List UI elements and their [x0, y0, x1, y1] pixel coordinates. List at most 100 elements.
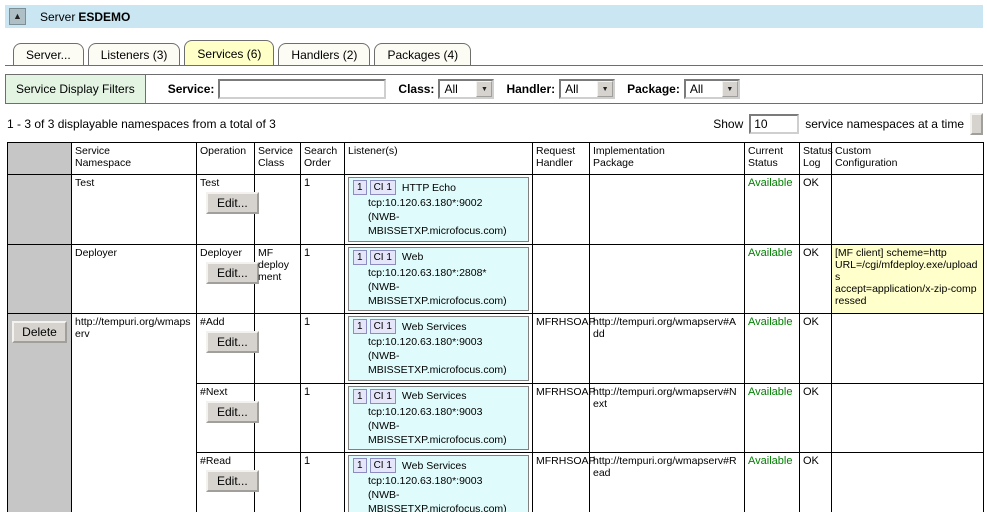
- service-class-cell: MF deployment: [255, 244, 301, 314]
- package-filter-select[interactable]: All ▼: [684, 79, 740, 99]
- status-log-cell: OK: [800, 314, 832, 384]
- current-status-cell: Available: [745, 244, 800, 314]
- service-class-cell: [255, 175, 301, 245]
- operation-cell: #Add Edit...: [197, 314, 255, 384]
- edit-button[interactable]: Edit...: [206, 262, 259, 284]
- search-order-cell: 1: [301, 383, 345, 453]
- collapse-section-button[interactable]: ▲: [9, 8, 26, 25]
- implementation-package-cell: http://tempuri.org/wmapserv#Read: [590, 453, 745, 512]
- listener-conversation-badge: CI 1: [370, 250, 396, 265]
- operation-name: #Read: [200, 455, 251, 467]
- operation-name: #Add: [200, 316, 251, 328]
- tab-bar: Server... Listeners (3) Services (6) Han…: [5, 40, 983, 66]
- tab-handlers[interactable]: Handlers (2): [278, 43, 370, 65]
- package-filter-label: Package:: [627, 82, 680, 96]
- col-header-current-status: Current Status: [745, 143, 800, 175]
- tab-services[interactable]: Services (6): [184, 40, 274, 65]
- collapse-triangle-icon: ▲: [13, 12, 22, 21]
- listeners-cell: 1 CI 1 Web tcp:10.120.63.180*:2808* (NWB…: [345, 244, 533, 314]
- table-header-row: Service Namespace Operation Service Clas…: [8, 143, 984, 175]
- server-label: Server: [40, 10, 75, 24]
- class-filter-select[interactable]: All ▼: [438, 79, 494, 99]
- search-order-cell: 1: [301, 453, 345, 512]
- tab-server[interactable]: Server...: [13, 43, 84, 65]
- services-table: Service Namespace Operation Service Clas…: [7, 142, 984, 512]
- edit-button[interactable]: Edit...: [206, 470, 259, 492]
- show-label: Show: [713, 117, 743, 131]
- operation-name: #Next: [200, 386, 251, 398]
- handler-filter-label: Handler:: [506, 82, 555, 96]
- implementation-package-cell: [590, 175, 745, 245]
- custom-config-cell: [832, 383, 984, 453]
- apply-page-size-button[interactable]: [970, 113, 983, 135]
- edit-button[interactable]: Edit...: [206, 401, 259, 423]
- listener-index-badge: 1: [353, 458, 367, 473]
- service-row: Delete http://tempuri.org/wmapserv #Add …: [8, 314, 984, 384]
- service-row: Deployer Deployer Edit... MF deployment …: [8, 244, 984, 314]
- listener-entry: 1 CI 1 Web Services tcp:10.120.63.180*:9…: [348, 386, 529, 451]
- operation-cell: Deployer Edit...: [197, 244, 255, 314]
- listeners-cell: 1 CI 1 Web Services tcp:10.120.63.180*:9…: [345, 314, 533, 384]
- service-display-filter-bar: Service Display Filters Service: Class: …: [5, 74, 983, 104]
- service-class-cell: [255, 453, 301, 512]
- server-title: ServerESDEMO: [40, 10, 130, 24]
- edit-button[interactable]: Edit...: [206, 192, 259, 214]
- dropdown-arrow-icon: ▼: [597, 81, 613, 97]
- listeners-cell: 1 CI 1 Web Services tcp:10.120.63.180*:9…: [345, 453, 533, 512]
- col-header-listeners: Listener(s): [345, 143, 533, 175]
- custom-config-cell: [MF client] scheme=http URL=/cgi/mfdeplo…: [832, 244, 984, 314]
- listener-conversation-badge: CI 1: [370, 389, 396, 404]
- filter-bar-title: Service Display Filters: [6, 75, 146, 103]
- request-handler-cell: MFRHSOAP: [533, 383, 590, 453]
- page-size-input[interactable]: [749, 114, 799, 134]
- listener-name: Web: [402, 251, 423, 263]
- current-status-cell: Available: [745, 383, 800, 453]
- listener-endpoint: tcp:10.120.63.180*:9002: [368, 196, 524, 210]
- class-filter-value: All: [444, 82, 457, 96]
- operation-name: Test: [200, 177, 251, 189]
- col-header-service-namespace: Service Namespace: [72, 143, 197, 175]
- es-admin-services-page: ▲ ServerESDEMO Server... Listeners (3) S…: [0, 0, 987, 512]
- dropdown-arrow-icon: ▼: [722, 81, 738, 97]
- namespace-cell: http://tempuri.org/wmapserv: [72, 314, 197, 512]
- current-status-cell: Available: [745, 175, 800, 245]
- service-row: Test Test Edit... 1 1 CI 1 HTTP Echo tcp…: [8, 175, 984, 245]
- col-header-status-log: Status Log: [800, 143, 832, 175]
- request-handler-cell: MFRHSOAP: [533, 453, 590, 512]
- request-handler-cell: MFRHSOAP: [533, 314, 590, 384]
- row-actions-cell: Delete: [8, 314, 72, 512]
- page-size-controls: Show service namespaces at a time: [713, 113, 983, 135]
- listener-host: (NWB-MBISSETXP.microfocus.com): [368, 210, 524, 238]
- operation-cell: #Read Edit...: [197, 453, 255, 512]
- row-actions-cell: [8, 175, 72, 245]
- listener-name: HTTP Echo: [402, 182, 456, 194]
- status-log-cell: OK: [800, 383, 832, 453]
- request-handler-cell: [533, 175, 590, 245]
- dropdown-arrow-icon: ▼: [476, 81, 492, 97]
- tab-listeners[interactable]: Listeners (3): [88, 43, 181, 65]
- col-header-implementation-package: Implementation Package: [590, 143, 745, 175]
- operation-cell: #Next Edit...: [197, 383, 255, 453]
- class-filter-label: Class:: [398, 82, 434, 96]
- col-header-actions: [8, 143, 72, 175]
- handler-filter-select[interactable]: All ▼: [559, 79, 615, 99]
- current-status-cell: Available: [745, 453, 800, 512]
- edit-button[interactable]: Edit...: [206, 331, 259, 353]
- listener-name: Web Services: [402, 321, 467, 333]
- listener-index-badge: 1: [353, 389, 367, 404]
- listener-endpoint: tcp:10.120.63.180*:2808*: [368, 266, 524, 280]
- delete-namespace-button[interactable]: Delete: [12, 321, 67, 343]
- custom-config-cell: [832, 453, 984, 512]
- service-filter-input[interactable]: [218, 79, 386, 99]
- package-filter-value: All: [690, 82, 703, 96]
- current-status-cell: Available: [745, 314, 800, 384]
- show-suffix-label: service namespaces at a time: [805, 117, 964, 131]
- status-log-cell: OK: [800, 175, 832, 245]
- service-class-cell: [255, 314, 301, 384]
- listener-endpoint: tcp:10.120.63.180*:9003: [368, 405, 524, 419]
- server-name: ESDEMO: [78, 10, 130, 24]
- col-header-search-order: Search Order: [301, 143, 345, 175]
- listener-host: (NWB-MBISSETXP.microfocus.com): [368, 488, 524, 512]
- status-log-cell: OK: [800, 453, 832, 512]
- tab-packages[interactable]: Packages (4): [374, 43, 471, 65]
